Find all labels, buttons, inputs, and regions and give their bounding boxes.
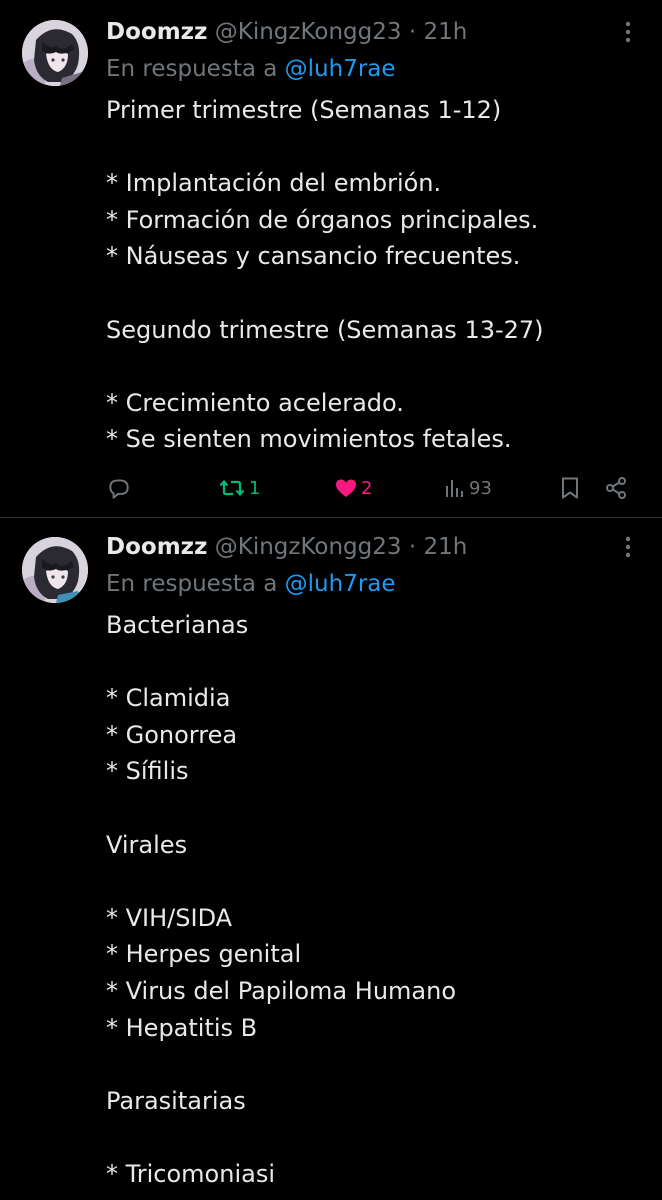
tweet-text-line: * Formación de órganos principales. (106, 205, 539, 234)
views-chart-icon (446, 480, 463, 497)
time-separator: · (408, 19, 417, 45)
bookmark-icon (562, 477, 578, 499)
like-count: 2 (361, 477, 373, 499)
tweet-text-line: * Clamidia (106, 684, 231, 713)
tweet-text-line: * Crecimiento acelerado. (106, 388, 404, 417)
tweet-text-line: * Náuseas y cansancio frecuentes. (106, 242, 521, 271)
like-button[interactable]: 2 (334, 470, 372, 506)
tweet-text-line: Bacterianas (106, 611, 249, 639)
reply-button[interactable] (106, 470, 132, 506)
bookmark-button[interactable] (559, 470, 581, 506)
tweet[interactable]: Doomzz @KingzKongg23 · 21h En respuesta … (0, 0, 662, 517)
tweet-text-line (106, 644, 642, 681)
tweet-text-line: * Herpes genital (106, 940, 302, 969)
tweet-text-line: * Tricomoniasi (106, 1159, 275, 1188)
tweet-text-line: * Virus del Papiloma Humano (106, 976, 457, 1005)
reply-prefix: En respuesta a (106, 571, 278, 597)
reply-context: En respuesta a @luh7rae (106, 52, 396, 86)
timestamp[interactable]: 21h (423, 19, 467, 45)
tweet-text-line: Primer trimestre (Semanas 1-12) (106, 96, 502, 124)
reply-context: En respuesta a @luh7rae (106, 567, 396, 601)
more-dots-icon (625, 536, 631, 558)
tweet-text-line: Parasitarias (106, 1086, 246, 1115)
more-options-button[interactable] (616, 531, 640, 563)
views-count: 93 (469, 477, 492, 499)
views-button[interactable]: 93 (444, 470, 492, 506)
avatar-image (22, 20, 88, 86)
retweet-count: 1 (249, 477, 261, 499)
timestamp[interactable]: 21h (423, 534, 467, 560)
retweet-icon (219, 479, 245, 497)
tweet-text: Bacterianas * Clamidia * Gonorrea * Sífi… (106, 607, 642, 1193)
tweet-text-line (106, 1119, 642, 1156)
tweet-text-line (106, 863, 642, 900)
retweet-button[interactable]: 1 (218, 470, 260, 506)
tweet-text-line: * Hepatitis B (106, 1013, 258, 1042)
reply-icon (109, 479, 129, 499)
share-icon (606, 477, 626, 499)
tweet-text-line: Virales (106, 830, 188, 859)
reply-mention-link[interactable]: @luh7rae (285, 56, 396, 82)
display-name[interactable]: Doomzz (106, 19, 207, 45)
heart-filled-icon (336, 479, 356, 497)
more-dots-icon (625, 21, 631, 43)
tweet-text-line: * Sífilis (106, 757, 189, 786)
tweet-header: Doomzz @KingzKongg23 · 21h (106, 16, 602, 48)
avatar[interactable] (22, 537, 88, 603)
tweet-header: Doomzz @KingzKongg23 · 21h (106, 531, 602, 563)
reply-mention-link[interactable]: @luh7rae (285, 571, 396, 597)
tweet-text-line (106, 348, 642, 385)
avatar-image (22, 537, 88, 603)
more-options-button[interactable] (616, 16, 640, 48)
reply-prefix: En respuesta a (106, 56, 278, 82)
handle[interactable]: @KingzKongg23 (215, 534, 402, 560)
tweet-text-line: * VIH/SIDA (106, 903, 233, 932)
tweet-text-line: Segundo trimestre (Semanas 13-27) (106, 315, 544, 344)
tweet-text: Primer trimestre (Semanas 1-12) * Implan… (106, 92, 642, 458)
tweet-text-line: * Gonorrea (106, 720, 238, 749)
share-button[interactable] (604, 470, 628, 506)
display-name[interactable]: Doomzz (106, 534, 207, 560)
tweet-text-line: * Implantación del embrión. (106, 169, 442, 198)
handle[interactable]: @KingzKongg23 (215, 19, 402, 45)
tweet-text-line (106, 129, 642, 166)
time-separator: · (408, 534, 417, 560)
tweet-text-line (106, 1046, 642, 1083)
tweet-divider (0, 517, 662, 518)
tweet-text-line (106, 790, 642, 827)
tweet-text-line (106, 275, 642, 312)
avatar[interactable] (22, 20, 88, 86)
tweet-actions: 1 2 93 (0, 470, 662, 506)
tweet-text-line: * Se sienten movimientos fetales. (106, 425, 512, 454)
